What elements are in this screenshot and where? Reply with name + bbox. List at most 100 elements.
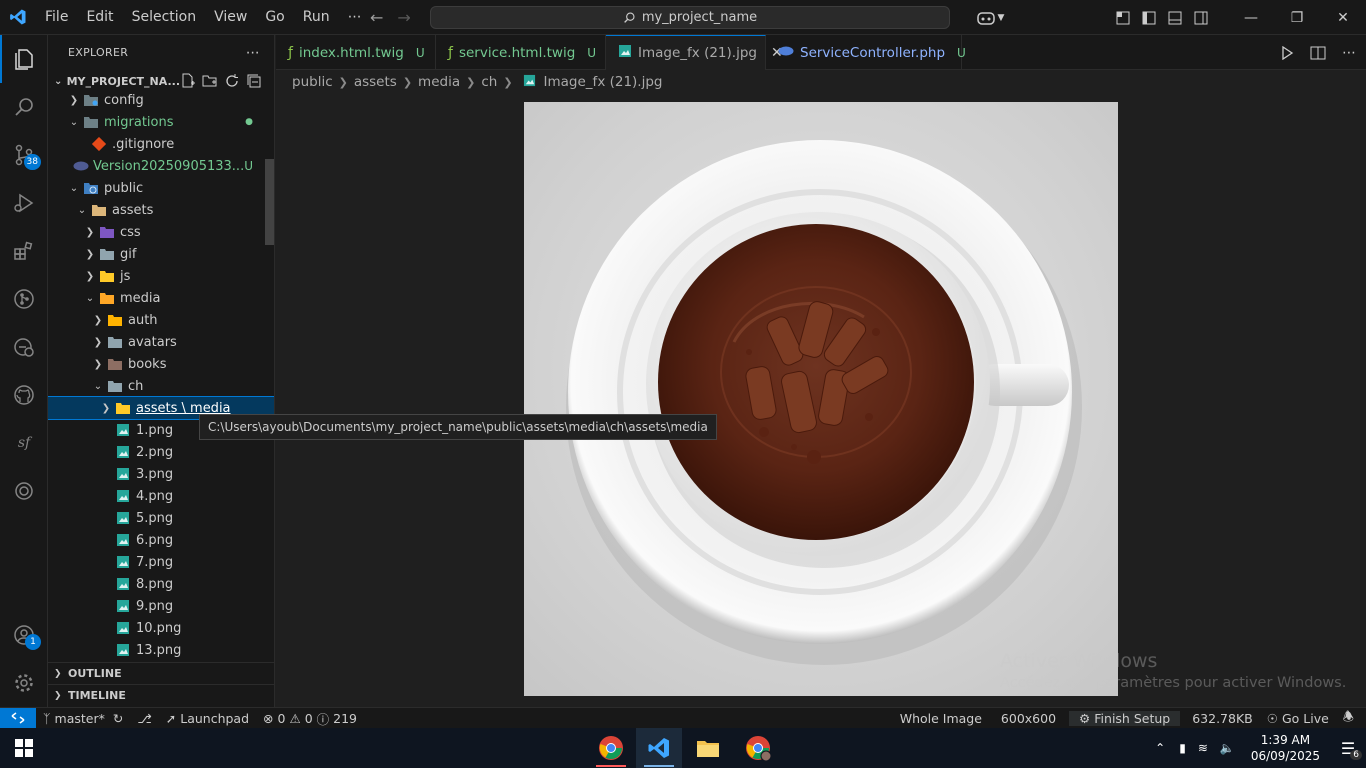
source-control-icon[interactable]: 38 <box>0 131 48 179</box>
customize-layout-icon[interactable] <box>1110 0 1136 35</box>
tab-index-twig[interactable]: ƒ index.html.twig U <box>276 35 436 70</box>
launchpad-status[interactable]: ➚ Launchpad <box>159 711 256 726</box>
tree-file-png[interactable]: 3.png <box>48 463 267 485</box>
more-actions-icon[interactable]: ⋯ <box>1342 45 1356 61</box>
tree-folder-assets[interactable]: ⌄ assets <box>48 199 267 221</box>
breadcrumb-item[interactable]: ch <box>481 74 497 90</box>
project-root[interactable]: ⌄ MY_PROJECT_NA... <box>48 70 274 92</box>
new-file-icon[interactable] <box>180 73 196 89</box>
tree-folder-css[interactable]: ❯ css <box>48 221 267 243</box>
breadcrumb-item[interactable]: Image_fx (21).jpg <box>544 74 663 90</box>
chrome-profile-taskbar-icon[interactable] <box>735 728 781 768</box>
finish-setup-button[interactable]: ⚙ Finish Setup <box>1069 710 1181 726</box>
run-debug-icon[interactable] <box>0 179 48 227</box>
manage-gear-icon[interactable] <box>0 659 48 707</box>
tab-image-fx[interactable]: Image_fx (21).jpg ✕ <box>606 35 783 70</box>
tree-file-png[interactable]: 8.png <box>48 573 267 595</box>
new-folder-icon[interactable] <box>202 73 218 89</box>
toggle-primary-sidebar-icon[interactable] <box>1136 0 1162 35</box>
run-icon[interactable] <box>1280 45 1294 60</box>
forward-arrow-icon[interactable]: → <box>397 8 410 27</box>
branch-name: master* <box>54 710 105 726</box>
sync-icon[interactable]: ↻ <box>113 711 123 726</box>
image-dimensions: 600x600 <box>1000 710 1057 726</box>
tree-file-png[interactable]: 4.png <box>48 485 267 507</box>
menu-run[interactable]: Run <box>294 0 339 35</box>
tree-folder-auth[interactable]: ❯ auth <box>48 309 267 331</box>
tree-folder-ch[interactable]: ⌄ ch <box>48 375 267 397</box>
battery-icon[interactable]: ▮ <box>1173 741 1192 755</box>
tray-chevron-up-icon[interactable]: ⌃ <box>1147 741 1173 755</box>
tree-folder-media[interactable]: ⌄ media <box>48 287 267 309</box>
tree-file-png[interactable]: 10.png <box>48 617 267 639</box>
sidebar-scrollbar[interactable] <box>265 159 274 245</box>
tab-service-controller[interactable]: ServiceController.php U <box>766 35 966 70</box>
image-preview[interactable] <box>524 102 1118 696</box>
command-center-search[interactable]: my_project_name <box>430 6 950 29</box>
notification-center-icon[interactable]: ☰ 6 <box>1330 728 1366 768</box>
branch-status[interactable]: ᛉ master* ↻ <box>36 711 130 726</box>
refresh-icon[interactable] <box>224 73 240 89</box>
extensions-icon[interactable] <box>0 227 48 275</box>
tree-folder-books[interactable]: ❯ books <box>48 353 267 375</box>
wifi-icon[interactable]: ≋ <box>1192 741 1214 755</box>
menu-view[interactable]: View <box>205 0 256 35</box>
vscode-taskbar-icon[interactable] <box>636 728 682 768</box>
tree-folder-js[interactable]: ❯ js <box>48 265 267 287</box>
restore-icon[interactable]: ❐ <box>1274 0 1320 35</box>
tree-folder-public[interactable]: ⌄ public <box>48 177 267 199</box>
tree-folder-migrations[interactable]: ⌄ migrations ● <box>48 111 267 133</box>
toggle-secondary-sidebar-icon[interactable] <box>1188 0 1214 35</box>
tree-file-png[interactable]: 5.png <box>48 507 267 529</box>
git-graph-status-icon[interactable]: ⎇ <box>130 711 158 726</box>
git-graph-icon[interactable] <box>0 275 48 323</box>
search-view-icon[interactable] <box>0 83 48 131</box>
image-file-icon <box>114 422 132 438</box>
timeline-section[interactable]: ❯ TIMELINE <box>48 684 274 706</box>
problems-status[interactable]: ⊗ 0 ⚠ 0 ⓘ 219 <box>256 709 364 728</box>
github-icon[interactable] <box>0 371 48 419</box>
account-icon[interactable]: 1 <box>0 611 48 659</box>
file-explorer-taskbar-icon[interactable] <box>685 728 731 768</box>
remote-explorer-icon[interactable] <box>0 323 48 371</box>
more-actions-icon[interactable]: ⋯ <box>246 45 260 61</box>
breadcrumb-item[interactable]: media <box>418 74 460 90</box>
tree-folder-config[interactable]: ❯ config <box>48 94 267 111</box>
notifications-bell-icon[interactable]: 🕭 <box>1336 708 1366 729</box>
menu-selection[interactable]: Selection <box>123 0 206 35</box>
chrome-taskbar-icon[interactable] <box>588 728 634 768</box>
menu-more[interactable]: ⋯ <box>339 0 371 35</box>
back-arrow-icon[interactable]: ← <box>370 8 383 27</box>
remote-indicator-icon[interactable] <box>0 707 36 729</box>
explorer-icon[interactable] <box>0 35 48 83</box>
windows-start-icon[interactable] <box>0 728 48 768</box>
go-live-button[interactable]: ☉ Go Live <box>1260 711 1336 726</box>
tree-folder-gif[interactable]: ❯ gif <box>48 243 267 265</box>
symfony-icon[interactable]: sf <box>0 419 48 467</box>
collapse-all-icon[interactable] <box>246 73 262 89</box>
copilot-icon[interactable]: ▼ <box>970 0 1010 35</box>
menu-go[interactable]: Go <box>256 0 293 35</box>
openai-icon[interactable] <box>0 467 48 515</box>
tree-file-gitignore[interactable]: .gitignore <box>48 133 267 155</box>
volume-icon[interactable]: 🔈 <box>1214 741 1241 755</box>
tree-file-png[interactable]: 9.png <box>48 595 267 617</box>
clock[interactable]: 1:39 AM 06/09/2025 <box>1241 732 1330 764</box>
menu-edit[interactable]: Edit <box>77 0 122 35</box>
tree-file-png[interactable]: 2.png <box>48 441 267 463</box>
tab-service-twig[interactable]: ƒ service.html.twig U <box>436 35 606 70</box>
tree-folder-avatars[interactable]: ❯ avatars <box>48 331 267 353</box>
close-window-icon[interactable]: ✕ <box>1320 0 1366 35</box>
outline-section[interactable]: ❯ OUTLINE <box>48 662 274 684</box>
minimize-icon[interactable]: — <box>1228 0 1274 35</box>
tree-file-version[interactable]: Version20250905133... U <box>48 155 267 177</box>
toggle-panel-icon[interactable] <box>1162 0 1188 35</box>
tree-file-png[interactable]: 13.png <box>48 639 267 661</box>
zoom-status[interactable]: Whole Image <box>893 711 989 726</box>
tree-file-png[interactable]: 7.png <box>48 551 267 573</box>
tree-file-png[interactable]: 6.png <box>48 529 267 551</box>
menu-file[interactable]: File <box>36 0 77 35</box>
breadcrumb-item[interactable]: public <box>292 74 333 90</box>
breadcrumb-item[interactable]: assets <box>354 74 397 90</box>
split-editor-icon[interactable] <box>1310 46 1326 60</box>
